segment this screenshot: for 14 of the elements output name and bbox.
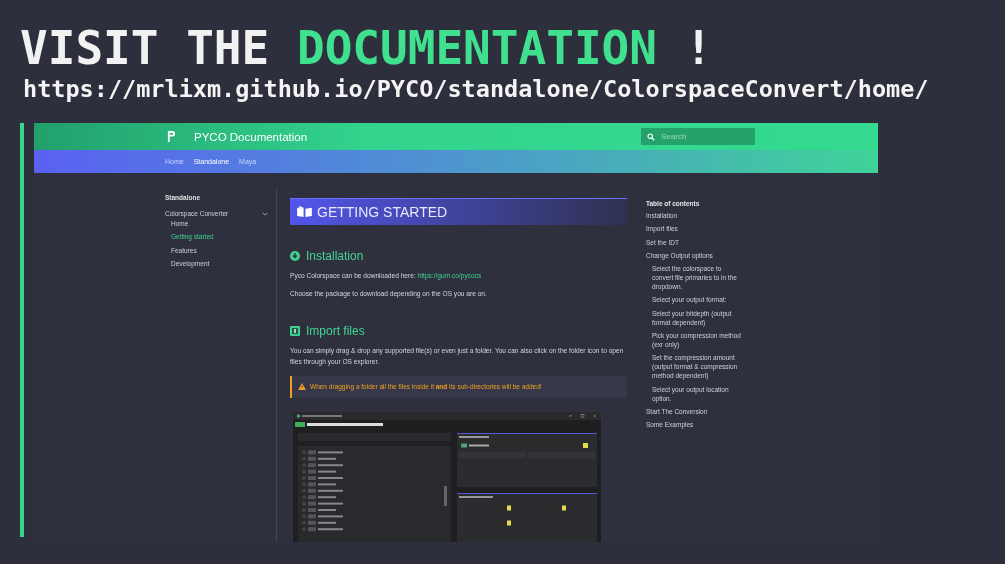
keycap-icon (290, 325, 300, 336)
search-field[interactable]: Search (641, 128, 755, 145)
headline: VISIT THE DOCUMENTATION ! (20, 24, 714, 72)
chevron-icon (262, 210, 268, 217)
logo-icon (167, 131, 176, 142)
section-heading: Installation (306, 248, 364, 263)
warning-icon (298, 383, 306, 391)
site-title: PYCO Documentation (194, 130, 308, 143)
download-icon (290, 250, 300, 261)
url-text: https://mrlixm.github.io/PYCO/standalone/ColorspaceConvert/home/ (23, 76, 930, 102)
section-heading: Import files (306, 323, 365, 338)
search-icon (647, 132, 655, 141)
book-icon (297, 206, 312, 218)
page-title: GETTING STARTED (317, 203, 448, 220)
